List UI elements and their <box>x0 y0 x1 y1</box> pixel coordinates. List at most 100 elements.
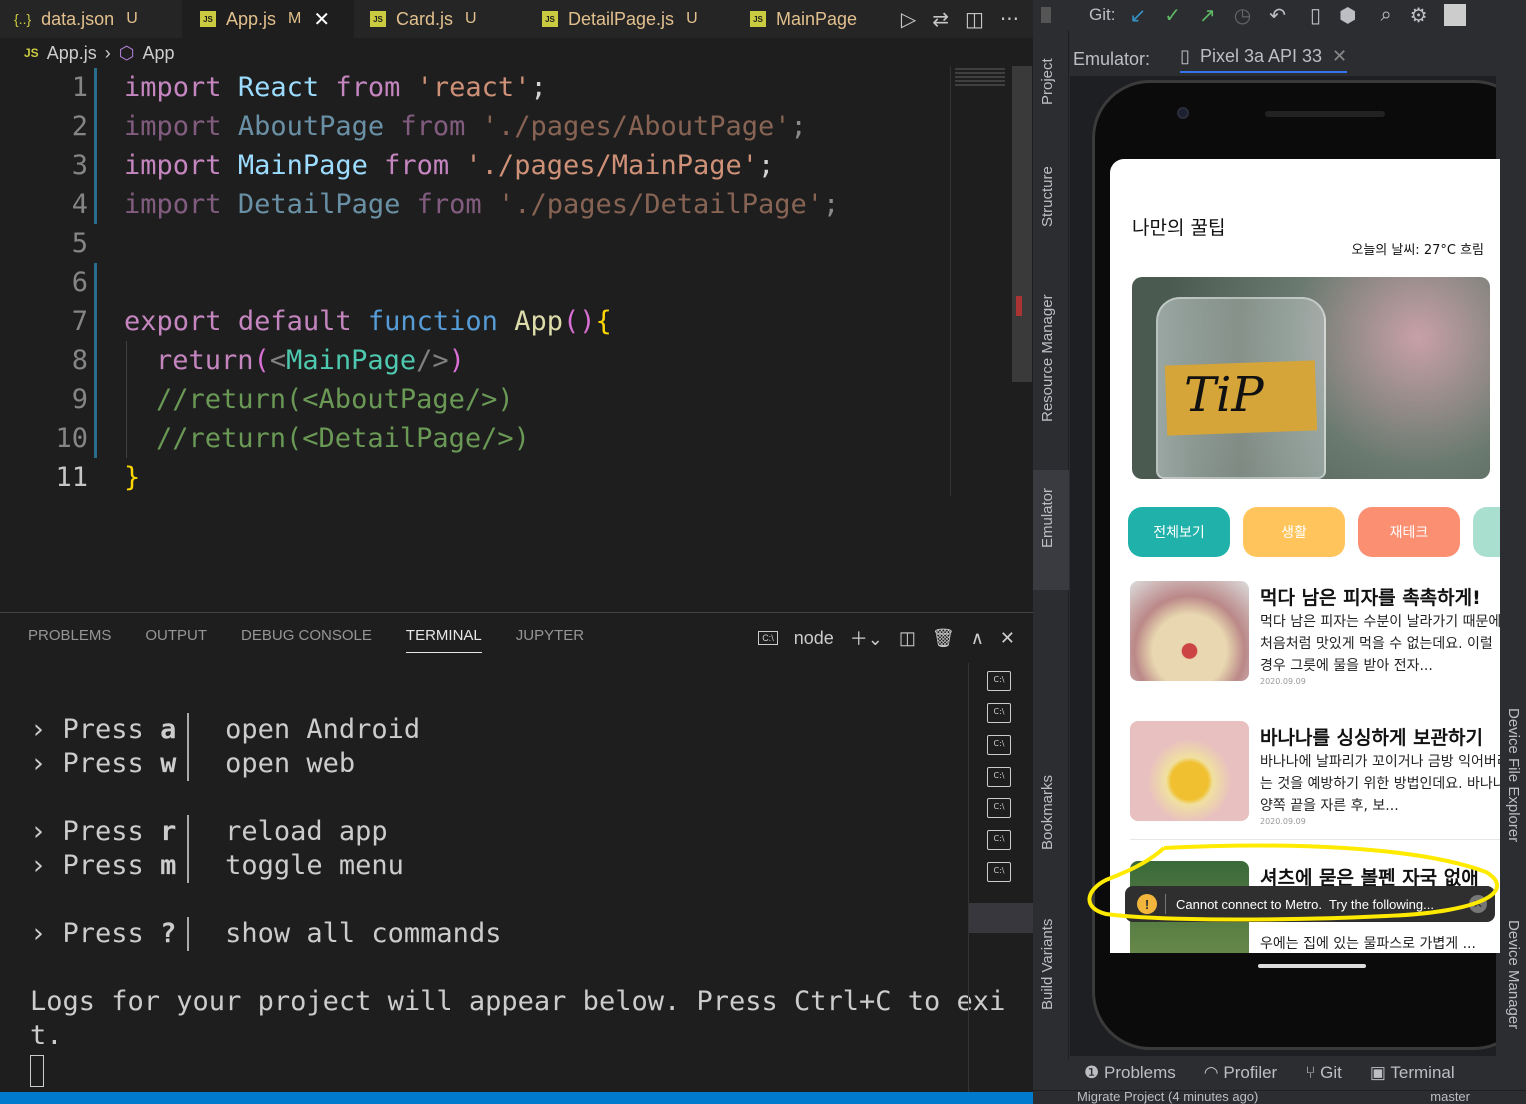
studio-bottom-tabs: ❶ Problems ◠ Profiler ⑂ Git ▣ Terminal <box>1070 1056 1526 1090</box>
divider <box>1130 839 1500 840</box>
studio-toolbar: Git: ↙ ✓ ↗ ◷ ↶ ▯ ⬢ ⌕ ⚙ <box>1033 0 1526 30</box>
shell-name[interactable]: node <box>794 628 834 649</box>
app-title: 나만의 꿀팁 <box>1132 217 1226 239</box>
terminal-icon[interactable]: C:\ <box>987 671 1011 691</box>
tool-device-manager[interactable]: Device Manager <box>1505 920 1522 1029</box>
close-tab-icon[interactable]: ✕ <box>313 7 330 32</box>
gauge-icon: ◠ <box>1203 1063 1219 1082</box>
tab-jupyter[interactable]: JUPYTER <box>516 627 584 653</box>
rollback-icon[interactable]: ↶ <box>1269 3 1286 28</box>
sdk-icon[interactable]: ⬢ <box>1339 3 1356 28</box>
terminal-list: C:\ C:\ C:\ C:\ C:\ C:\ C:\ <box>968 663 1033 1093</box>
breadcrumb-symbol[interactable]: App <box>142 43 174 64</box>
tab-output[interactable]: OUTPUT <box>145 627 207 653</box>
tab-detailpage-js[interactable]: JS DetailPage.js U <box>526 0 738 38</box>
tool-build-variants[interactable]: Build Variants <box>1039 919 1056 1010</box>
tab-git[interactable]: ⑂ Git <box>1305 1063 1342 1083</box>
tool-resource-manager[interactable]: Resource Manager <box>1039 294 1056 422</box>
tab-mainpage-js[interactable]: JS MainPage <box>738 0 868 38</box>
run-icon[interactable]: ▷ <box>901 7 916 31</box>
terminal-cursor <box>30 1055 44 1087</box>
code-line: export default function App(){ <box>124 306 612 337</box>
split-terminal-icon[interactable]: ◫ <box>899 628 916 649</box>
tip-card[interactable]: 먹다 남은 피자를 촉촉하게! 먹다 남은 피자는 수분이 날라가기 때문에 처… <box>1130 581 1500 686</box>
search-icon[interactable]: ⌕ <box>1380 4 1391 27</box>
close-icon[interactable]: ✕ <box>1332 46 1347 67</box>
close-panel-icon[interactable]: ✕ <box>1000 628 1015 649</box>
minimap[interactable] <box>950 66 1012 496</box>
tip-card[interactable]: 바나나를 싱싱하게 보관하기 바나나에 날파리가 꼬이거나 금방 익어버리는 것… <box>1130 721 1500 826</box>
card-date: 2020.09.09 <box>1260 677 1306 686</box>
code-line: import AboutPage from './pages/AboutPage… <box>124 111 807 142</box>
app-screen: 나만의 꿀팁 오늘의 날씨: 27°C 흐림 TiP 전체보기 생활 재테크 먹… <box>1110 159 1500 953</box>
tab-label: App.js <box>226 8 277 29</box>
terminal-icon[interactable]: C:\ <box>987 735 1011 755</box>
avatar[interactable] <box>1443 4 1466 26</box>
branch-label[interactable]: master <box>1430 1089 1470 1104</box>
divider <box>1165 894 1166 914</box>
line-number: 9 <box>71 384 88 415</box>
tab-status: M <box>288 10 302 27</box>
git-update-icon[interactable]: ↙ <box>1129 3 1146 28</box>
tab-problems[interactable]: ❶ Problems <box>1084 1063 1176 1083</box>
close-icon[interactable]: ✕ <box>1469 895 1487 913</box>
tool-structure[interactable]: Structure <box>1039 166 1056 227</box>
breadcrumb: JS App.js › ⬡ App <box>24 40 174 66</box>
tool-emulator[interactable]: Emulator <box>1039 488 1056 548</box>
maximize-panel-icon[interactable]: ∧ <box>971 628 984 649</box>
card-image <box>1130 581 1249 681</box>
tab-debug-console[interactable]: DEBUG CONSOLE <box>241 627 372 653</box>
tab-device[interactable]: ▯ Pixel 3a API 33 ✕ <box>1180 46 1348 73</box>
device-icon[interactable]: ▯ <box>1310 3 1321 28</box>
card-title: 먹다 남은 피자를 촉촉하게! <box>1260 587 1481 609</box>
card-date: 2020.09.09 <box>1260 817 1306 826</box>
trash-icon[interactable]: 🗑 <box>932 628 955 649</box>
indent-guide <box>126 341 127 458</box>
tool-bookmarks[interactable]: Bookmarks <box>1039 775 1056 850</box>
card-desc: 우에는 집에 있는 물파스로 가볍게 ... <box>1260 936 1476 952</box>
category-button[interactable] <box>1473 507 1500 557</box>
js-file-icon: JS <box>750 11 766 27</box>
code-line: import React from 'react'; <box>124 72 547 103</box>
split-editor-icon[interactable]: ◫ <box>965 7 984 31</box>
tab-profiler[interactable]: ◠ Profiler <box>1204 1063 1277 1083</box>
history-icon[interactable]: ◷ <box>1234 3 1251 28</box>
terminal-icon[interactable]: C:\ <box>987 862 1011 882</box>
tab-problems[interactable]: PROBLEMS <box>28 627 111 653</box>
separator <box>187 713 189 747</box>
editor-actions: ▷ ⇄ ◫ ··· <box>886 0 1033 38</box>
vscode-window: {..} data.json U JS App.js M ✕ JS Card.j… <box>0 0 1033 1104</box>
tab-terminal[interactable]: ▣ Terminal <box>1370 1063 1455 1083</box>
code-line: import MainPage from './pages/MainPage'; <box>124 150 775 181</box>
status-message[interactable]: Migrate Project (4 minutes ago) <box>1077 1089 1258 1104</box>
tab-label: MainPage <box>776 8 858 29</box>
gear-icon[interactable]: ⚙ <box>1410 3 1428 28</box>
category-button[interactable]: 재테크 <box>1358 507 1460 557</box>
add-terminal-icon[interactable]: ＋⌄ <box>850 625 883 651</box>
tab-card-js[interactable]: JS Card.js U <box>354 0 526 38</box>
tab-app-js[interactable]: JS App.js M ✕ <box>182 0 354 38</box>
tool-device-file-explorer[interactable]: Device File Explorer <box>1505 708 1522 842</box>
editor-scrollbar[interactable] <box>1012 66 1032 382</box>
terminal-icon[interactable]: C:\ <box>987 703 1011 723</box>
more-icon[interactable]: ··· <box>1000 7 1019 31</box>
breadcrumb-file[interactable]: App.js <box>47 43 97 64</box>
git-commit-icon[interactable]: ✓ <box>1164 3 1181 28</box>
branch-icon: ⑂ <box>1305 1063 1316 1082</box>
home-indicator[interactable] <box>1258 964 1366 968</box>
category-button[interactable]: 전체보기 <box>1128 507 1230 557</box>
terminal-line: t. <box>30 1020 63 1051</box>
tool-project[interactable]: Project <box>1039 58 1056 105</box>
compare-icon[interactable]: ⇄ <box>932 7 949 31</box>
terminal-icon[interactable]: C:\ <box>987 830 1011 850</box>
metro-error-toast[interactable]: ! Cannot connect to Metro. Try the follo… <box>1125 886 1495 922</box>
weather-text: 오늘의 날씨: 27°C 흐림 <box>1351 243 1484 258</box>
terminal-icon[interactable]: C:\ <box>987 767 1011 787</box>
category-button[interactable]: 생활 <box>1243 507 1345 557</box>
git-push-icon[interactable]: ↗ <box>1199 3 1216 28</box>
hero-text: TiP <box>1184 367 1264 423</box>
warning-icon: ❶ <box>1084 1063 1100 1082</box>
terminal-icon[interactable]: C:\ <box>987 798 1011 818</box>
tab-data-json[interactable]: {..} data.json U <box>0 0 182 38</box>
tab-terminal[interactable]: TERMINAL <box>405 627 482 653</box>
